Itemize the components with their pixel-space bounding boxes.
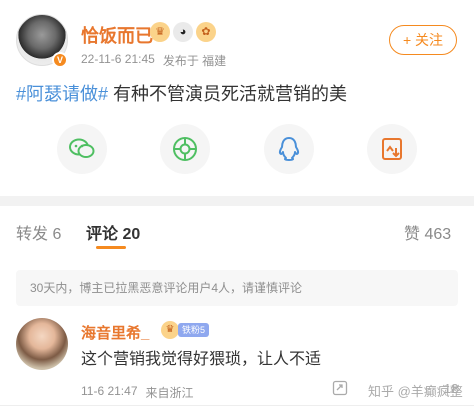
crown-icon: ♛ <box>150 22 170 42</box>
topic-link[interactable]: #阿瑟请做# <box>16 84 108 104</box>
comment-notice: 30天内，博主已拉黑恶意评论用户4人，请谨慎评论 <box>16 270 458 306</box>
share-moments-button[interactable] <box>160 124 211 174</box>
fan-badge: 铁粉5 <box>178 323 210 337</box>
tab-comment[interactable]: 评论 20 <box>86 220 140 244</box>
active-tab-indicator <box>96 246 126 249</box>
wechat-icon <box>68 138 95 158</box>
cat-icon: ✿ <box>196 22 216 42</box>
section-divider <box>0 196 474 206</box>
bottom-divider <box>0 405 474 406</box>
tab-repost[interactable]: 转发 6 <box>16 220 61 244</box>
post-content: #阿瑟请做# 有种不管演员死活就营销的美 <box>16 80 347 106</box>
commenter-name[interactable]: 海音里希_ <box>81 322 149 343</box>
comment-like-count[interactable]: 18 <box>444 381 458 396</box>
save-image-icon <box>382 138 403 160</box>
tab-like[interactable]: 赞 463 <box>404 220 451 244</box>
post-meta: 22-11-6 21:45 发布于 福建 <box>81 52 226 69</box>
post-location: 发布于 福建 <box>162 54 227 68</box>
share-qq-button[interactable] <box>263 124 314 174</box>
comment-location: 来自浙江 <box>145 386 194 400</box>
share-wechat-button[interactable] <box>56 124 107 174</box>
follow-button[interactable]: + 关注 <box>389 25 457 55</box>
crown-icon: ♛ <box>161 321 179 339</box>
comment-time: 11-6 21:47 <box>81 384 138 398</box>
interaction-tabs: 转发 6 评论 20 赞 463 <box>0 206 474 254</box>
post-text: 有种不管演员死活就营销的美 <box>108 84 348 104</box>
post-card: V 恰饭而已 ♛ ◕ ✿ 22-11-6 21:45 发布于 福建 + 关注 #… <box>0 0 474 196</box>
qq-icon <box>278 137 299 161</box>
share-bar <box>0 124 474 174</box>
share-save-image-button[interactable] <box>367 124 418 174</box>
post-time: 22-11-6 21:45 <box>81 52 155 66</box>
author-name[interactable]: 恰饭而已 <box>81 22 153 48</box>
panda-icon: ◕ <box>173 22 193 42</box>
verified-badge-icon: V <box>52 52 68 68</box>
moments-icon <box>173 137 198 161</box>
commenter-avatar[interactable] <box>16 318 68 370</box>
comment-meta: 11-6 21:47 来自浙江 <box>81 384 194 401</box>
reply-icon[interactable] <box>332 380 348 396</box>
comment-text: 这个营销我觉得好猥琐，让人不适 <box>81 351 322 368</box>
author-badges: ♛ ◕ ✿ <box>150 22 216 42</box>
